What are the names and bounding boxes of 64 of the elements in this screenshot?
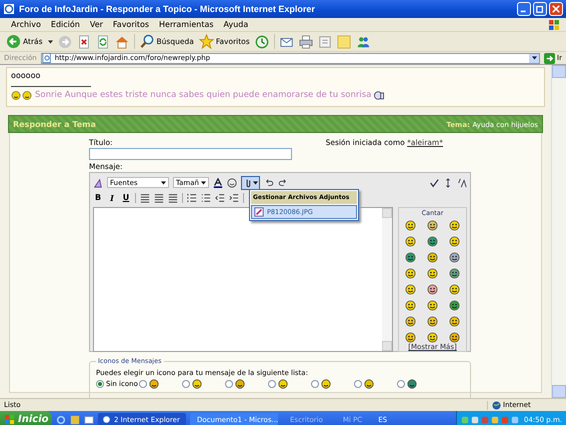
- radio-button[interactable]: [397, 380, 405, 388]
- close-icon: [552, 5, 560, 13]
- globe-icon: [492, 400, 501, 410]
- radio-button[interactable]: [311, 380, 319, 388]
- menu-item[interactable]: Favoritos: [108, 20, 154, 29]
- align-icon[interactable]: [168, 192, 178, 202]
- text-size-icon[interactable]: [457, 178, 467, 188]
- align-icon[interactable]: [154, 192, 164, 202]
- spellcheck-icon[interactable]: [429, 178, 439, 188]
- refresh-icon[interactable]: [96, 34, 110, 48]
- back-icon: [6, 34, 21, 49]
- radio-button[interactable]: [182, 380, 190, 388]
- format-button[interactable]: I: [107, 192, 117, 202]
- numbered-list-icon[interactable]: [187, 192, 197, 202]
- caret-icon: [161, 180, 166, 184]
- window-title: Foro de InfoJardin - Responder a Topico - Microsoft Internet Explorer: [19, 4, 316, 14]
- menu-item[interactable]: Edición: [46, 20, 85, 29]
- menu-item[interactable]: Archivo: [6, 20, 46, 29]
- font-color-icon[interactable]: [213, 178, 223, 188]
- scrollbar[interactable]: [551, 65, 566, 398]
- windows-logo-icon: [4, 414, 15, 425]
- menu-item[interactable]: Ver: [84, 20, 108, 29]
- format-button[interactable]: U: [121, 193, 131, 202]
- bullet-list-icon[interactable]: [201, 192, 211, 202]
- radio-button[interactable]: [268, 380, 276, 388]
- desktop-icon[interactable]: [84, 414, 94, 424]
- redo-icon[interactable]: [278, 178, 288, 188]
- dropdown-arrow-icon[interactable]: [529, 54, 540, 62]
- history-icon[interactable]: [254, 34, 269, 48]
- stop-icon[interactable]: [76, 34, 91, 48]
- indent-icon[interactable]: [229, 192, 239, 202]
- section-title: Responder a Tema: [13, 120, 96, 128]
- star-icon: [198, 34, 214, 49]
- menu-item[interactable]: Ayuda: [218, 20, 254, 29]
- search-icon: [140, 34, 155, 49]
- image-file-icon: [254, 207, 264, 217]
- radio-button[interactable]: [225, 380, 233, 388]
- undo-icon[interactable]: [264, 178, 274, 188]
- dropdown-arrow-icon[interactable]: [48, 40, 53, 44]
- radio-button[interactable]: [96, 380, 104, 388]
- format-button[interactable]: B: [93, 193, 103, 202]
- signature-quote: Sonrie Aunque estes triste nunca sabes quien puede enamorarse de tu sonrisa: [35, 90, 372, 100]
- browser-icon[interactable]: [56, 414, 66, 424]
- signature-text: oooooo: [11, 71, 42, 80]
- title-input[interactable]: [89, 148, 292, 160]
- windows-logo-icon: [548, 18, 560, 30]
- caret-icon: [201, 180, 206, 184]
- outdent-icon[interactable]: [215, 192, 225, 202]
- home-icon[interactable]: [114, 34, 129, 48]
- caret-icon: [253, 180, 258, 184]
- resize-icon[interactable]: [443, 178, 453, 188]
- align-icon[interactable]: [140, 192, 150, 202]
- radio-button[interactable]: [139, 380, 147, 388]
- start-button[interactable]: Inicio: [0, 411, 52, 425]
- browser-icon: [3, 3, 15, 15]
- printer-icon[interactable]: [298, 34, 313, 48]
- maximize-icon: [536, 5, 544, 13]
- window-icon: [102, 415, 111, 424]
- radio-button[interactable]: [354, 380, 362, 388]
- minimize-button[interactable]: [517, 2, 531, 16]
- maximize-button[interactable]: [533, 2, 547, 16]
- attachment-button[interactable]: [241, 176, 260, 190]
- close-button[interactable]: [549, 2, 563, 16]
- menu-item[interactable]: Herramientas: [154, 20, 219, 29]
